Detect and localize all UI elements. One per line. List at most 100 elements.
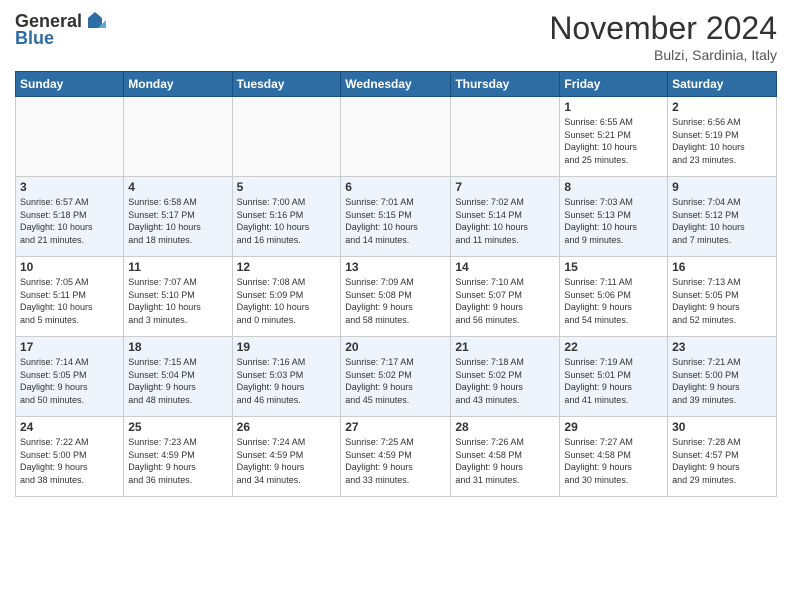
day-number: 4 bbox=[128, 180, 227, 194]
day-info: Sunrise: 6:56 AM Sunset: 5:19 PM Dayligh… bbox=[672, 116, 772, 166]
logo-blue-text: Blue bbox=[15, 28, 54, 49]
day-number: 25 bbox=[128, 420, 227, 434]
table-row: 23 Sunrise: 7:21 AM Sunset: 5:00 PM Dayli… bbox=[668, 337, 777, 417]
day-info: Sunrise: 7:03 AM Sunset: 5:13 PM Dayligh… bbox=[564, 196, 663, 246]
table-row: 1Sunrise: 6:55 AM Sunset: 5:21 PM Daylig… bbox=[560, 97, 668, 177]
table-row: 3 Sunrise: 6:57 AM Sunset: 5:18 PM Daylig… bbox=[16, 177, 124, 257]
day-number: 23 bbox=[672, 340, 772, 354]
day-number: 17 bbox=[20, 340, 119, 354]
table-row: 22 Sunrise: 7:19 AM Sunset: 5:01 PM Dayli… bbox=[560, 337, 668, 417]
table-row: 6 Sunrise: 7:01 AM Sunset: 5:15 PM Daylig… bbox=[341, 177, 451, 257]
col-monday: Monday bbox=[124, 72, 232, 97]
col-thursday: Thursday bbox=[451, 72, 560, 97]
day-info: Sunrise: 7:27 AM Sunset: 4:58 PM Dayligh… bbox=[564, 436, 663, 486]
table-row: 7 Sunrise: 7:02 AM Sunset: 5:14 PM Daylig… bbox=[451, 177, 560, 257]
col-wednesday: Wednesday bbox=[341, 72, 451, 97]
calendar-week-row: 24Sunrise: 7:22 AM Sunset: 5:00 PM Dayli… bbox=[16, 417, 777, 497]
day-info: Sunrise: 7:19 AM Sunset: 5:01 PM Dayligh… bbox=[564, 356, 663, 406]
table-row: 2 Sunrise: 6:56 AM Sunset: 5:19 PM Daylig… bbox=[668, 97, 777, 177]
table-row: 18 Sunrise: 7:15 AM Sunset: 5:04 PM Dayli… bbox=[124, 337, 232, 417]
day-number: 12 bbox=[237, 260, 337, 274]
day-info: Sunrise: 7:21 AM Sunset: 5:00 PM Dayligh… bbox=[672, 356, 772, 406]
col-saturday: Saturday bbox=[668, 72, 777, 97]
day-info: Sunrise: 7:15 AM Sunset: 5:04 PM Dayligh… bbox=[128, 356, 227, 406]
day-info: Sunrise: 6:57 AM Sunset: 5:18 PM Dayligh… bbox=[20, 196, 119, 246]
day-number: 8 bbox=[564, 180, 663, 194]
table-row: 29 Sunrise: 7:27 AM Sunset: 4:58 PM Dayli… bbox=[560, 417, 668, 497]
day-info: Sunrise: 7:10 AM Sunset: 5:07 PM Dayligh… bbox=[455, 276, 555, 326]
calendar-week-row: 3 Sunrise: 6:57 AM Sunset: 5:18 PM Daylig… bbox=[16, 177, 777, 257]
day-number: 20 bbox=[345, 340, 446, 354]
day-info: Sunrise: 7:14 AM Sunset: 5:05 PM Dayligh… bbox=[20, 356, 119, 406]
day-number: 29 bbox=[564, 420, 663, 434]
table-row: 4 Sunrise: 6:58 AM Sunset: 5:17 PM Daylig… bbox=[124, 177, 232, 257]
day-info: Sunrise: 6:58 AM Sunset: 5:17 PM Dayligh… bbox=[128, 196, 227, 246]
logo-area: General Blue bbox=[15, 10, 106, 49]
day-number: 6 bbox=[345, 180, 446, 194]
month-title: November 2024 bbox=[549, 10, 777, 47]
table-row bbox=[16, 97, 124, 177]
day-info: Sunrise: 7:26 AM Sunset: 4:58 PM Dayligh… bbox=[455, 436, 555, 486]
day-number: 27 bbox=[345, 420, 446, 434]
table-row: 25 Sunrise: 7:23 AM Sunset: 4:59 PM Dayli… bbox=[124, 417, 232, 497]
day-info: Sunrise: 7:01 AM Sunset: 5:15 PM Dayligh… bbox=[345, 196, 446, 246]
table-row: 26Sunrise: 7:24 AM Sunset: 4:59 PM Dayli… bbox=[232, 417, 341, 497]
table-row: 5 Sunrise: 7:00 AM Sunset: 5:16 PM Daylig… bbox=[232, 177, 341, 257]
subtitle: Bulzi, Sardinia, Italy bbox=[549, 47, 777, 63]
day-number: 24 bbox=[20, 420, 119, 434]
calendar-week-row: 17 Sunrise: 7:14 AM Sunset: 5:05 PM Dayli… bbox=[16, 337, 777, 417]
table-row: 27 Sunrise: 7:25 AM Sunset: 4:59 PM Dayli… bbox=[341, 417, 451, 497]
table-row bbox=[232, 97, 341, 177]
day-number: 30 bbox=[672, 420, 772, 434]
day-number: 15 bbox=[564, 260, 663, 274]
col-sunday: Sunday bbox=[16, 72, 124, 97]
table-row: 19 Sunrise: 7:16 AM Sunset: 5:03 PM Dayli… bbox=[232, 337, 341, 417]
day-info: Sunrise: 7:13 AM Sunset: 5:05 PM Dayligh… bbox=[672, 276, 772, 326]
table-row bbox=[124, 97, 232, 177]
day-number: 2 bbox=[672, 100, 772, 114]
day-number: 28 bbox=[455, 420, 555, 434]
day-info: Sunrise: 7:02 AM Sunset: 5:14 PM Dayligh… bbox=[455, 196, 555, 246]
day-info: Sunrise: 7:28 AM Sunset: 4:57 PM Dayligh… bbox=[672, 436, 772, 486]
day-number: 5 bbox=[237, 180, 337, 194]
table-row: 28 Sunrise: 7:26 AM Sunset: 4:58 PM Dayli… bbox=[451, 417, 560, 497]
table-row bbox=[341, 97, 451, 177]
day-info: Sunrise: 7:16 AM Sunset: 5:03 PM Dayligh… bbox=[237, 356, 337, 406]
day-info: Sunrise: 6:55 AM Sunset: 5:21 PM Dayligh… bbox=[564, 116, 663, 166]
day-number: 16 bbox=[672, 260, 772, 274]
day-info: Sunrise: 7:18 AM Sunset: 5:02 PM Dayligh… bbox=[455, 356, 555, 406]
day-info: Sunrise: 7:25 AM Sunset: 4:59 PM Dayligh… bbox=[345, 436, 446, 486]
page: General Blue November 2024 Bulzi, Sardin… bbox=[0, 0, 792, 512]
day-number: 3 bbox=[20, 180, 119, 194]
day-number: 7 bbox=[455, 180, 555, 194]
table-row: 21 Sunrise: 7:18 AM Sunset: 5:02 PM Dayli… bbox=[451, 337, 560, 417]
table-row: 10 Sunrise: 7:05 AM Sunset: 5:11 PM Dayli… bbox=[16, 257, 124, 337]
calendar-week-row: 10 Sunrise: 7:05 AM Sunset: 5:11 PM Dayli… bbox=[16, 257, 777, 337]
table-row: 20Sunrise: 7:17 AM Sunset: 5:02 PM Dayli… bbox=[341, 337, 451, 417]
day-number: 18 bbox=[128, 340, 227, 354]
table-row: 16 Sunrise: 7:13 AM Sunset: 5:05 PM Dayli… bbox=[668, 257, 777, 337]
day-number: 21 bbox=[455, 340, 555, 354]
header: General Blue November 2024 Bulzi, Sardin… bbox=[15, 10, 777, 63]
day-number: 9 bbox=[672, 180, 772, 194]
table-row: 12 Sunrise: 7:08 AM Sunset: 5:09 PM Dayli… bbox=[232, 257, 341, 337]
day-number: 19 bbox=[237, 340, 337, 354]
calendar: Sunday Monday Tuesday Wednesday Thursday… bbox=[15, 71, 777, 497]
logo-icon bbox=[84, 10, 106, 32]
day-number: 10 bbox=[20, 260, 119, 274]
day-info: Sunrise: 7:04 AM Sunset: 5:12 PM Dayligh… bbox=[672, 196, 772, 246]
day-number: 22 bbox=[564, 340, 663, 354]
table-row: 9 Sunrise: 7:04 AM Sunset: 5:12 PM Daylig… bbox=[668, 177, 777, 257]
table-row: 14Sunrise: 7:10 AM Sunset: 5:07 PM Dayli… bbox=[451, 257, 560, 337]
day-info: Sunrise: 7:08 AM Sunset: 5:09 PM Dayligh… bbox=[237, 276, 337, 326]
day-info: Sunrise: 7:07 AM Sunset: 5:10 PM Dayligh… bbox=[128, 276, 227, 326]
day-info: Sunrise: 7:00 AM Sunset: 5:16 PM Dayligh… bbox=[237, 196, 337, 246]
calendar-week-row: 1Sunrise: 6:55 AM Sunset: 5:21 PM Daylig… bbox=[16, 97, 777, 177]
day-number: 11 bbox=[128, 260, 227, 274]
day-info: Sunrise: 7:05 AM Sunset: 5:11 PM Dayligh… bbox=[20, 276, 119, 326]
table-row: 15Sunrise: 7:11 AM Sunset: 5:06 PM Dayli… bbox=[560, 257, 668, 337]
title-area: November 2024 Bulzi, Sardinia, Italy bbox=[549, 10, 777, 63]
table-row: 8 Sunrise: 7:03 AM Sunset: 5:13 PM Daylig… bbox=[560, 177, 668, 257]
table-row: 30 Sunrise: 7:28 AM Sunset: 4:57 PM Dayli… bbox=[668, 417, 777, 497]
day-info: Sunrise: 7:23 AM Sunset: 4:59 PM Dayligh… bbox=[128, 436, 227, 486]
